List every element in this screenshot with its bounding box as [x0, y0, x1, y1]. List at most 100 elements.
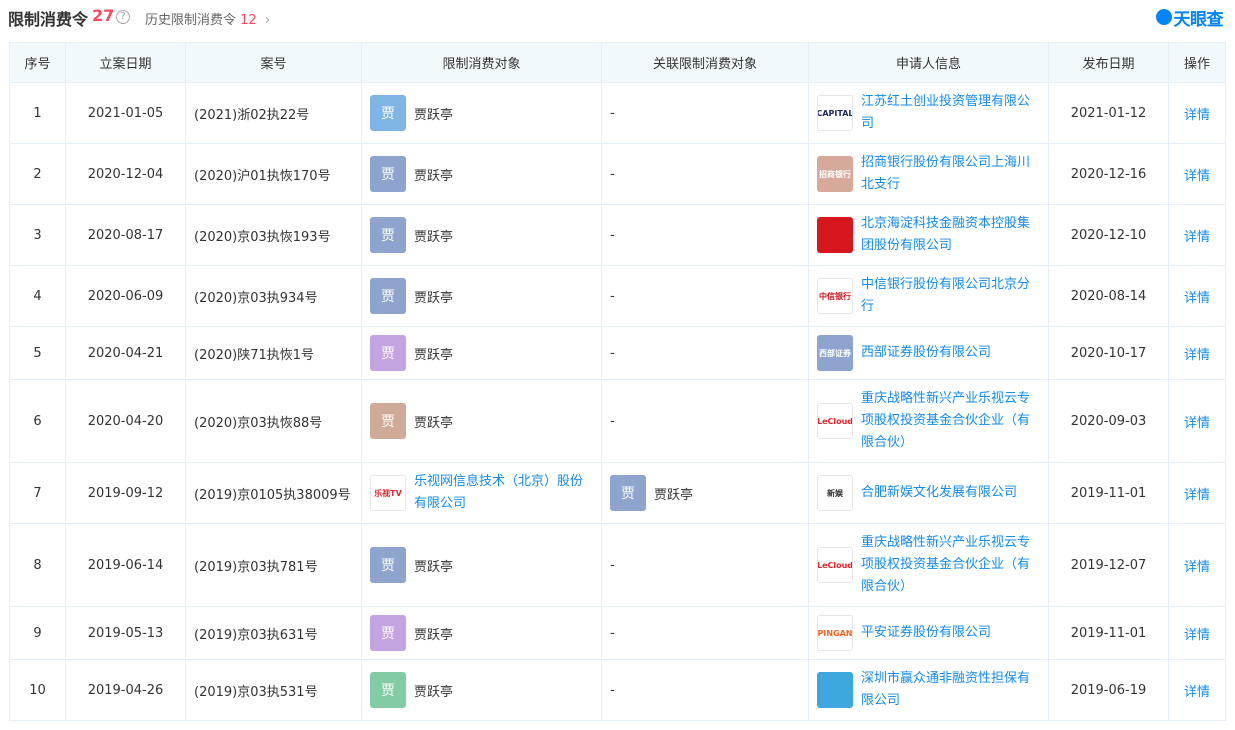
detail-link[interactable]: 详情 — [1184, 169, 1210, 184]
detail-link[interactable]: 详情 — [1184, 348, 1210, 363]
table-row: 2 2020-12-04 (2020)沪01执恢170号贾贾跃亭 - 招商银行 招商银行股… — [9, 143, 1226, 205]
section-title: 限制消费令 — [8, 10, 89, 29]
target-name: 贾跃亭 — [414, 684, 454, 700]
cell-target: 贾贾跃亭 — [361, 659, 602, 721]
target-wrap: 贾贾跃亭 — [362, 547, 601, 583]
detail-link[interactable]: 详情 — [1184, 685, 1210, 700]
applicant-logo-icon — [817, 217, 853, 253]
detail-link[interactable]: 详情 — [1184, 488, 1210, 503]
person-avatar: 贾 — [370, 278, 406, 314]
applicant-wrap: CAPITAL 江苏红土创业投资管理有限公司 — [809, 91, 1048, 135]
detail-link[interactable]: 详情 — [1184, 108, 1210, 123]
cell-case-number: (2020)陕71执恢1号 — [185, 326, 362, 380]
cell-applicant: 中信银行 中信银行股份有限公司北京分行 — [808, 265, 1049, 327]
help-icon[interactable]: ? — [116, 10, 130, 24]
related-wrap: - — [602, 414, 808, 429]
related-empty: - — [610, 345, 615, 361]
cell-publish-date: 2020-09-03 — [1048, 379, 1169, 463]
applicant-link[interactable]: 平安证券股份有限公司 — [861, 622, 991, 644]
target-wrap: 贾贾跃亭 — [362, 403, 601, 439]
applicant-link[interactable]: 重庆战略性新兴产业乐视云专项股权投资基金合伙企业（有限合伙） — [861, 388, 1040, 454]
cell-action: 详情 — [1168, 265, 1226, 327]
history-link[interactable]: 历史限制消费令 12 › — [145, 9, 270, 28]
cell-applicant: 北京海淀科技金融资本控股集团股份有限公司 — [808, 204, 1049, 266]
cell-index: 7 — [9, 462, 66, 524]
detail-link[interactable]: 详情 — [1184, 416, 1210, 431]
related-name: 贾跃亭 — [654, 487, 694, 503]
cell-case-number: (2019)京03执781号 — [185, 523, 362, 607]
cell-applicant: LeCloud 重庆战略性新兴产业乐视云专项股权投资基金合伙企业（有限合伙） — [808, 379, 1049, 463]
cell-case-number: (2020)京03执恢88号 — [185, 379, 362, 463]
cell-filing-date: 2019-04-26 — [65, 659, 186, 721]
table-row: 4 2020-06-09 (2020)京03执934号贾贾跃亭 - 中信银行 中信银行股份… — [9, 265, 1226, 327]
person-avatar: 贾 — [370, 403, 406, 439]
cell-index: 2 — [9, 143, 66, 205]
cell-filing-date: 2019-09-12 — [65, 462, 186, 524]
related-wrap: - — [602, 228, 808, 243]
cell-target: 贾贾跃亭 — [361, 606, 602, 660]
related-wrap: - — [602, 346, 808, 361]
cell-related: - — [601, 82, 809, 144]
related-wrap: - — [602, 683, 808, 698]
cell-case-number: (2020)沪01执恢170号 — [185, 143, 362, 205]
applicant-logo-icon: LeCloud — [817, 403, 853, 439]
cell-case-number: (2019)京03执631号 — [185, 606, 362, 660]
table-row: 7 2019-09-12 (2019)京0105执38009号 乐视TV 乐视网信息技术… — [9, 462, 1226, 524]
cell-publish-date: 2019-06-19 — [1048, 659, 1169, 721]
applicant-link[interactable]: 中信银行股份有限公司北京分行 — [861, 274, 1040, 318]
cell-publish-date: 2019-11-01 — [1048, 462, 1169, 524]
applicant-wrap: 新娱 合肥新娱文化发展有限公司 — [809, 475, 1048, 511]
detail-link[interactable]: 详情 — [1184, 291, 1210, 306]
target-name: 贾跃亭 — [414, 415, 454, 431]
applicant-link[interactable]: 北京海淀科技金融资本控股集团股份有限公司 — [861, 213, 1040, 257]
related-wrap: - — [602, 289, 808, 304]
cell-action: 详情 — [1168, 379, 1226, 463]
applicant-wrap: 招商银行 招商银行股份有限公司上海川北支行 — [809, 152, 1048, 196]
applicant-wrap: PINGAN 平安证券股份有限公司 — [809, 615, 1048, 651]
cell-index: 5 — [9, 326, 66, 380]
table-row: 3 2020-08-17 (2020)京03执恢193号贾贾跃亭 - 北京海淀科技金融资… — [9, 204, 1226, 266]
cell-applicant: CAPITAL 江苏红土创业投资管理有限公司 — [808, 82, 1049, 144]
applicant-link[interactable]: 合肥新娱文化发展有限公司 — [861, 482, 1017, 504]
related-empty: - — [610, 682, 615, 698]
detail-link[interactable]: 详情 — [1184, 230, 1210, 245]
applicant-link[interactable]: 招商银行股份有限公司上海川北支行 — [861, 152, 1040, 196]
applicant-wrap: 中信银行 中信银行股份有限公司北京分行 — [809, 274, 1048, 318]
table-row: 1 2021-01-05 (2021)浙02执22号贾贾跃亭 - CAPITAL 江苏红土… — [9, 82, 1226, 144]
related-empty: - — [610, 105, 615, 121]
related-empty: - — [610, 166, 615, 182]
col-header: 操作 — [1168, 42, 1226, 83]
section-header: 限制消费令 27 ? 历史限制消费令 12 › 天眼查 — [0, 0, 1235, 36]
cell-publish-date: 2019-11-01 — [1048, 606, 1169, 660]
cell-filing-date: 2020-08-17 — [65, 204, 186, 266]
cell-related: - — [601, 143, 809, 205]
related-empty: - — [610, 557, 615, 573]
applicant-link[interactable]: 深圳市赢众通非融资性担保有限公司 — [861, 668, 1040, 712]
detail-link[interactable]: 详情 — [1184, 628, 1210, 643]
applicant-link[interactable]: 西部证券股份有限公司 — [861, 342, 991, 364]
cell-action: 详情 — [1168, 606, 1226, 660]
cell-applicant: PINGAN 平安证券股份有限公司 — [808, 606, 1049, 660]
related-wrap: - — [602, 558, 808, 573]
restriction-table: 序号 立案日期 案号 限制消费对象 关联限制消费对象 申请人信息 发布日期 操作… — [9, 42, 1226, 721]
col-header: 案号 — [185, 42, 362, 83]
cell-related: - — [601, 379, 809, 463]
cell-applicant: LeCloud 重庆战略性新兴产业乐视云专项股权投资基金合伙企业（有限合伙） — [808, 523, 1049, 607]
related-wrap: 贾贾跃亭 — [602, 475, 808, 511]
cell-target: 贾贾跃亭 — [361, 143, 602, 205]
detail-link[interactable]: 详情 — [1184, 560, 1210, 575]
applicant-logo-icon: 中信银行 — [817, 278, 853, 314]
applicant-link[interactable]: 江苏红土创业投资管理有限公司 — [861, 91, 1040, 135]
related-empty: - — [610, 288, 615, 304]
cell-publish-date: 2020-12-16 — [1048, 143, 1169, 205]
target-wrap: 贾贾跃亭 — [362, 156, 601, 192]
applicant-wrap: 深圳市赢众通非融资性担保有限公司 — [809, 668, 1048, 712]
applicant-link[interactable]: 重庆战略性新兴产业乐视云专项股权投资基金合伙企业（有限合伙） — [861, 532, 1040, 598]
target-wrap: 乐视TV 乐视网信息技术（北京）股份有限公司 — [362, 471, 601, 515]
applicant-logo-icon — [817, 672, 853, 708]
person-avatar: 贾 — [370, 95, 406, 131]
cell-index: 4 — [9, 265, 66, 327]
cell-index: 6 — [9, 379, 66, 463]
cell-filing-date: 2021-01-05 — [65, 82, 186, 144]
target-company-link[interactable]: 乐视网信息技术（北京）股份有限公司 — [414, 471, 593, 515]
